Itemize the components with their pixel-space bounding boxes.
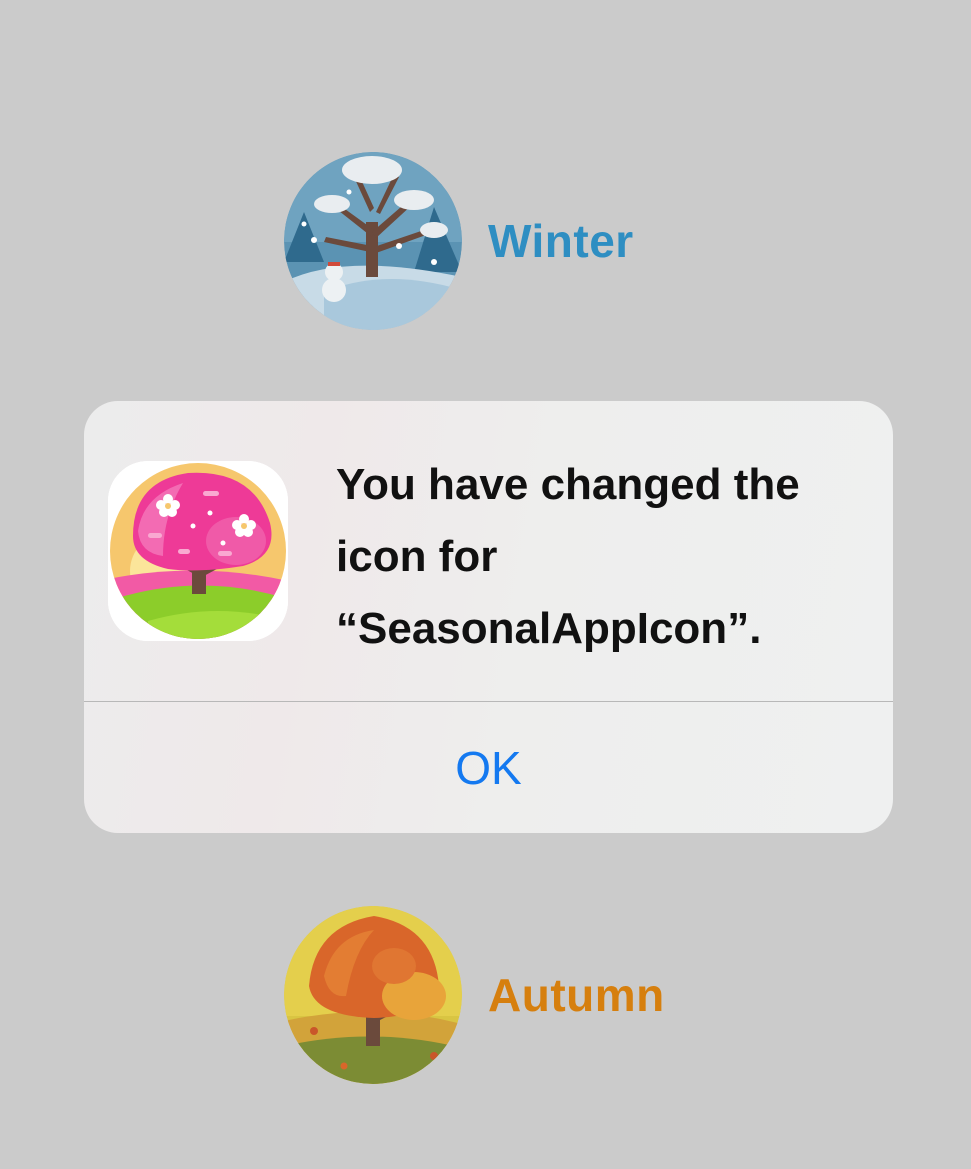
autumn-tree-icon (284, 906, 462, 1084)
icon-changed-alert: You have changed the icon for “SeasonalA… (84, 401, 893, 833)
ok-button[interactable]: OK (84, 702, 893, 833)
winter-tree-icon (284, 152, 462, 330)
alert-message-line: “SeasonalAppIcon”. (336, 604, 762, 653)
season-label-autumn: Autumn (488, 969, 665, 1021)
alert-message-line: You have changed the (336, 460, 800, 509)
spring-blossom-tree-icon (108, 461, 288, 641)
alert-body: You have changed the icon for “SeasonalA… (84, 401, 893, 701)
alert-message-line: icon for (336, 532, 498, 581)
season-option-autumn[interactable]: Autumn (284, 906, 665, 1084)
alert-message: You have changed the icon for “SeasonalA… (336, 449, 876, 665)
season-option-winter[interactable]: Winter (284, 152, 634, 330)
season-label-winter: Winter (488, 215, 634, 267)
